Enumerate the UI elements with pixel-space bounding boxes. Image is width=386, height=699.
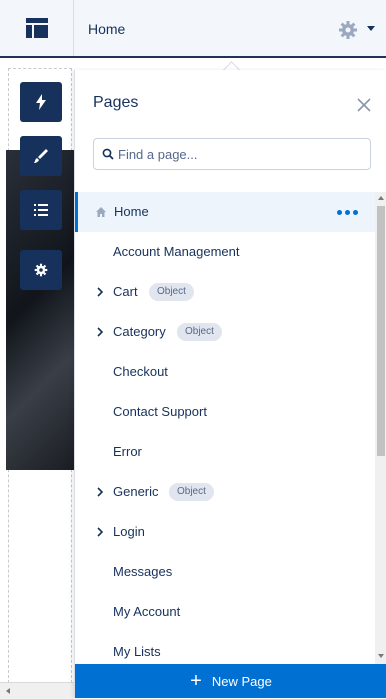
panel-title: Pages [93,94,139,111]
settings-icon [34,263,48,277]
scroll-up-icon[interactable] [378,196,384,200]
page-structure-button[interactable] [20,190,62,230]
list-item-label: Cart [113,284,138,299]
layout-toggle-button[interactable] [0,0,74,56]
list-item-generic[interactable]: Generic Object [75,472,375,512]
gear-icon[interactable] [338,20,358,40]
object-badge: Object [149,283,194,301]
list-item-label: Generic [113,484,159,499]
chevron-right-icon[interactable] [95,326,105,338]
object-badge: Object [169,483,214,501]
list-item-label: Category [113,324,166,339]
page-search [93,138,371,170]
layout-icon [25,18,48,38]
list-icon [34,204,48,216]
left-rail [0,58,74,698]
list-item-label: Home [114,204,149,219]
list-item-label: Messages [113,564,173,579]
vertical-scrollbar[interactable] [375,192,386,664]
page-title: Home [88,21,126,37]
close-icon[interactable] [355,96,373,114]
list-item-error[interactable]: Error [75,432,375,472]
more-icon[interactable] [337,210,361,216]
scrollbar-thumb[interactable] [377,206,385,456]
list-item-category[interactable]: Category Object [75,312,375,352]
search-icon [102,148,114,160]
pages-panel: Pages Home Account Management [74,70,386,698]
list-item-cart[interactable]: Cart Object [75,272,375,312]
components-button[interactable] [20,82,62,122]
home-icon [96,207,106,217]
pages-list: Home Account Management Cart Object Cate… [75,192,375,664]
new-page-button[interactable]: + New Page [75,664,386,698]
list-item-my-lists[interactable]: My Lists [75,632,375,664]
list-item-my-account[interactable]: My Account [75,592,375,632]
list-item-label: Error [113,444,142,459]
settings-button[interactable] [20,250,62,290]
theme-button[interactable] [20,136,62,176]
list-item-label: Account Management [113,244,240,259]
top-bar: Home [0,0,386,58]
plus-icon: + [190,670,202,692]
brush-icon [34,149,48,163]
list-item-checkout[interactable]: Checkout [75,352,375,392]
object-badge: Object [177,323,222,341]
lightning-icon [36,94,46,110]
search-input[interactable] [118,139,364,169]
new-page-label: New Page [211,673,272,689]
chevron-down-icon[interactable] [367,26,375,31]
list-item-label: My Lists [113,644,161,659]
chevron-right-icon[interactable] [95,286,105,298]
list-item-label: Login [113,524,145,539]
chevron-right-icon[interactable] [95,486,105,498]
list-item-label: My Account [113,604,181,619]
chevron-right-icon[interactable] [95,526,105,538]
list-item-label: Contact Support [113,404,207,419]
list-item-login[interactable]: Login [75,512,375,552]
list-item-label: Checkout [113,364,168,379]
scroll-down-icon[interactable] [378,654,384,658]
list-item-account-management[interactable]: Account Management [75,232,375,272]
list-item-contact-support[interactable]: Contact Support [75,392,375,432]
list-item-messages[interactable]: Messages [75,552,375,592]
list-item-home[interactable]: Home [75,192,375,232]
